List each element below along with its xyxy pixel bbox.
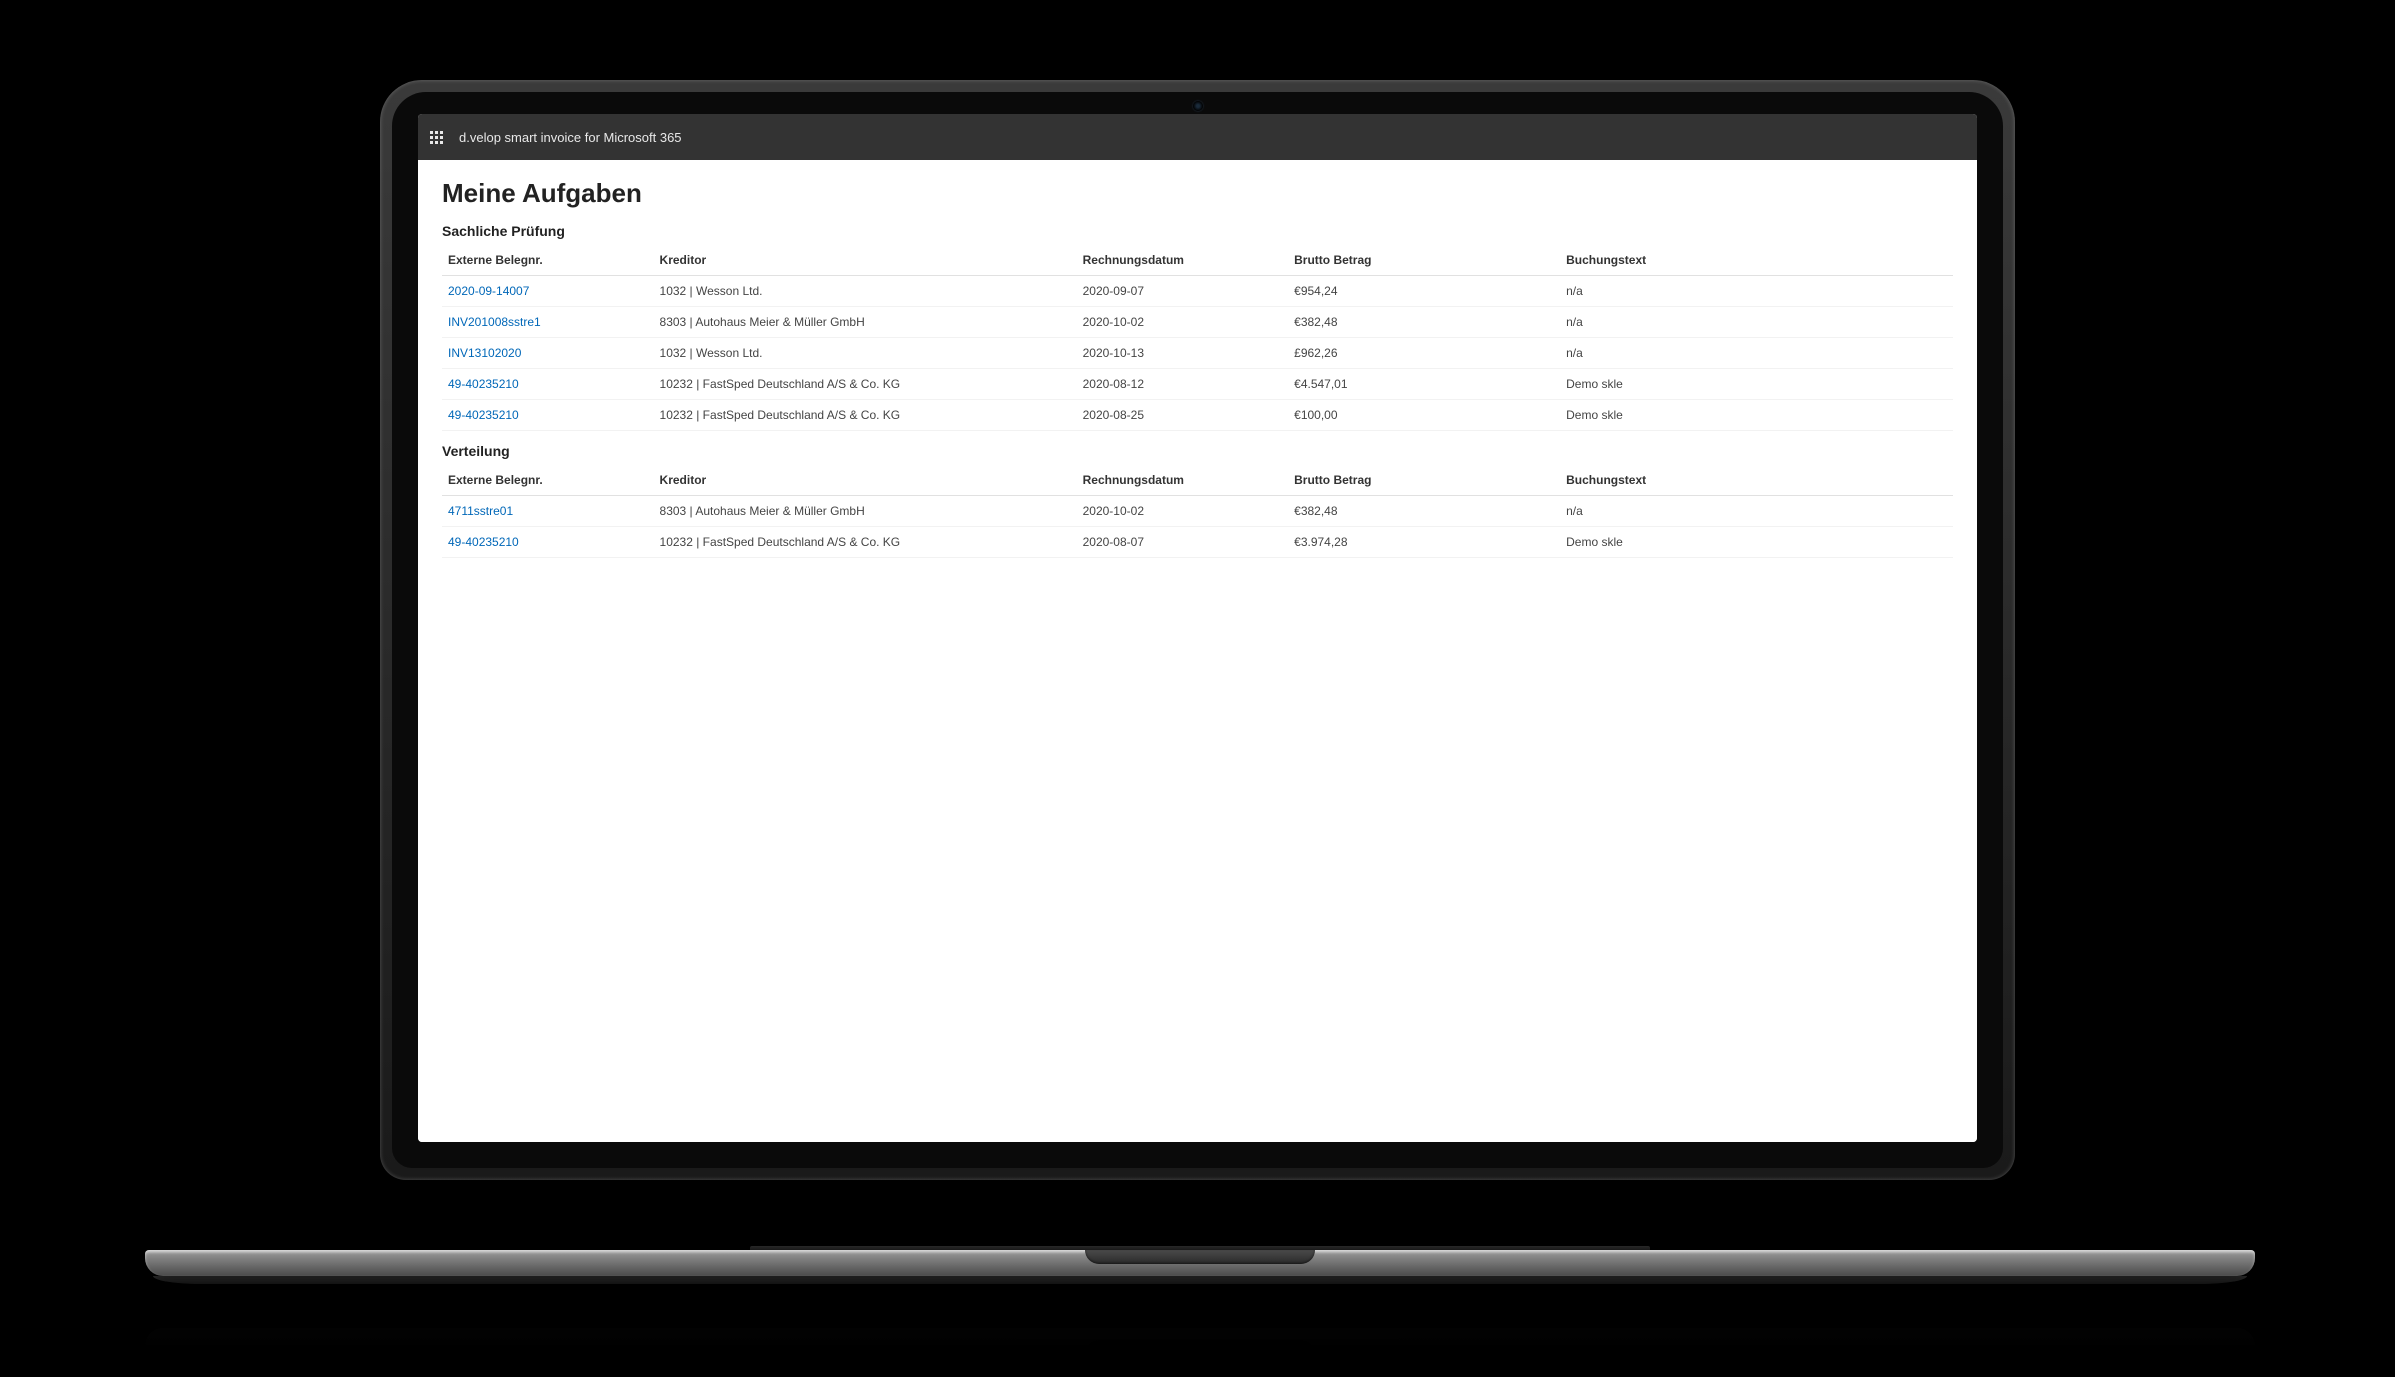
cell-datum: 2020-09-07 <box>1077 276 1289 307</box>
cell-datum: 2020-08-12 <box>1077 369 1289 400</box>
cell-betrag: €4.547,01 <box>1288 369 1560 400</box>
cell-text: n/a <box>1560 338 1953 369</box>
doc-link[interactable]: 49-40235210 <box>448 377 519 391</box>
cell-datum: 2020-08-07 <box>1077 527 1289 558</box>
doc-link[interactable]: 49-40235210 <box>448 408 519 422</box>
cell-kreditor: 8303 | Autohaus Meier & Müller GmbH <box>654 496 1077 527</box>
column-header-kreditor[interactable]: Kreditor <box>654 245 1077 276</box>
page-title: Meine Aufgaben <box>442 178 1953 209</box>
cell-kreditor: 10232 | FastSped Deutschland A/S & Co. K… <box>654 369 1077 400</box>
laptop-base <box>145 1250 2255 1290</box>
cell-text: Demo skle <box>1560 400 1953 431</box>
cell-betrag: €3.974,28 <box>1288 527 1560 558</box>
laptop-notch <box>1085 1250 1315 1264</box>
cell-kreditor: 10232 | FastSped Deutschland A/S & Co. K… <box>654 527 1077 558</box>
column-header-beleg[interactable]: Externe Belegnr. <box>442 245 654 276</box>
cell-text: Demo skle <box>1560 527 1953 558</box>
doc-link[interactable]: 4711sstre01 <box>448 504 513 518</box>
app-title: d.velop smart invoice for Microsoft 365 <box>459 130 682 145</box>
table-row: 49-40235210 10232 | FastSped Deutschland … <box>442 527 1953 558</box>
cell-kreditor: 1032 | Wesson Ltd. <box>654 276 1077 307</box>
section-title: Verteilung <box>442 443 1953 459</box>
camera-icon <box>1193 101 1203 111</box>
cell-betrag: €382,48 <box>1288 307 1560 338</box>
cell-datum: 2020-10-13 <box>1077 338 1289 369</box>
column-header-datum[interactable]: Rechnungsdatum <box>1077 245 1289 276</box>
column-header-kreditor[interactable]: Kreditor <box>654 465 1077 496</box>
suite-bar: d.velop smart invoice for Microsoft 365 <box>418 114 1977 160</box>
table-row: 49-40235210 10232 | FastSped Deutschland … <box>442 369 1953 400</box>
table-header-row: Externe Belegnr.KreditorRechnungsdatumBr… <box>442 465 1953 496</box>
cell-text: n/a <box>1560 307 1953 338</box>
task-table: Externe Belegnr.KreditorRechnungsdatumBr… <box>442 465 1953 558</box>
table-row: 4711sstre01 8303 | Autohaus Meier & Mülle… <box>442 496 1953 527</box>
column-header-datum[interactable]: Rechnungsdatum <box>1077 465 1289 496</box>
table-row: INV13102020 1032 | Wesson Ltd.2020-10-13£… <box>442 338 1953 369</box>
page-content: Meine Aufgaben Sachliche Prüfung Externe … <box>418 160 1977 1142</box>
table-row: 2020-09-14007 1032 | Wesson Ltd.2020-09-0… <box>442 276 1953 307</box>
laptop-frame: d.velop smart invoice for Microsoft 365 … <box>380 80 2015 1260</box>
cell-betrag: €382,48 <box>1288 496 1560 527</box>
cell-text: n/a <box>1560 496 1953 527</box>
cell-kreditor: 10232 | FastSped Deutschland A/S & Co. K… <box>654 400 1077 431</box>
cell-kreditor: 1032 | Wesson Ltd. <box>654 338 1077 369</box>
cell-betrag: €954,24 <box>1288 276 1560 307</box>
table-row: 49-40235210 10232 | FastSped Deutschland … <box>442 400 1953 431</box>
table-header-row: Externe Belegnr.KreditorRechnungsdatumBr… <box>442 245 1953 276</box>
doc-link[interactable]: INV13102020 <box>448 346 521 360</box>
laptop-bezel: d.velop smart invoice for Microsoft 365 … <box>380 80 2015 1180</box>
laptop-base-edge <box>153 1276 2246 1284</box>
column-header-betrag[interactable]: Brutto Betrag <box>1288 245 1560 276</box>
table-row: INV201008sstre1 8303 | Autohaus Meier & M… <box>442 307 1953 338</box>
cell-datum: 2020-08-25 <box>1077 400 1289 431</box>
doc-link[interactable]: 49-40235210 <box>448 535 519 549</box>
section-title: Sachliche Prüfung <box>442 223 1953 239</box>
doc-link[interactable]: INV201008sstre1 <box>448 315 541 329</box>
column-header-text[interactable]: Buchungstext <box>1560 465 1953 496</box>
laptop-bezel-inner: d.velop smart invoice for Microsoft 365 … <box>392 92 2003 1168</box>
app-screen: d.velop smart invoice for Microsoft 365 … <box>418 114 1977 1142</box>
column-header-beleg[interactable]: Externe Belegnr. <box>442 465 654 496</box>
doc-link[interactable]: 2020-09-14007 <box>448 284 529 298</box>
column-header-text[interactable]: Buchungstext <box>1560 245 1953 276</box>
cell-datum: 2020-10-02 <box>1077 307 1289 338</box>
cell-datum: 2020-10-02 <box>1077 496 1289 527</box>
cell-betrag: £962,26 <box>1288 338 1560 369</box>
column-header-betrag[interactable]: Brutto Betrag <box>1288 465 1560 496</box>
app-launcher-icon[interactable] <box>430 131 443 144</box>
task-table: Externe Belegnr.KreditorRechnungsdatumBr… <box>442 245 1953 431</box>
reflection-mask <box>145 1292 2255 1354</box>
cell-betrag: €100,00 <box>1288 400 1560 431</box>
cell-kreditor: 8303 | Autohaus Meier & Müller GmbH <box>654 307 1077 338</box>
cell-text: Demo skle <box>1560 369 1953 400</box>
cell-text: n/a <box>1560 276 1953 307</box>
laptop-base-top <box>145 1250 2255 1276</box>
